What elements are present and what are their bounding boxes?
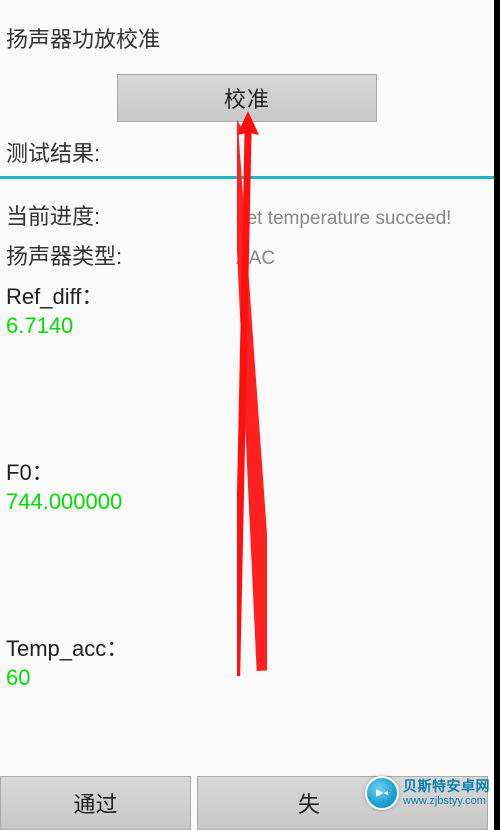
progress-value: get temperature succeed! bbox=[236, 208, 451, 230]
f0-value: 744.000000 bbox=[6, 489, 488, 515]
speaker-type-label: 扬声器类型: bbox=[6, 239, 236, 271]
progress-label: 当前进度: bbox=[6, 199, 236, 231]
ref-diff-label: Ref_diff： bbox=[6, 279, 488, 311]
speaker-type-value: AAC bbox=[236, 248, 275, 270]
page-title: 扬声器功放校准 bbox=[0, 0, 494, 64]
f0-label: F0： bbox=[6, 455, 488, 487]
speaker-type-row: 扬声器类型: AAC bbox=[0, 235, 494, 275]
footer-bar: 通过 失 bbox=[0, 776, 488, 830]
test-result-label: 测试结果: bbox=[0, 134, 494, 174]
pass-button[interactable]: 通过 bbox=[0, 776, 191, 830]
temp-acc-value: 60 bbox=[6, 665, 488, 691]
calibrate-button[interactable]: 校准 bbox=[117, 74, 377, 122]
f0-block: F0： 744.000000 bbox=[0, 451, 494, 515]
temp-acc-label: Temp_acc： bbox=[6, 631, 488, 663]
ref-diff-block: Ref_diff： 6.7140 bbox=[0, 275, 494, 339]
temp-acc-block: Temp_acc： 60 bbox=[0, 627, 494, 691]
progress-row: 当前进度: get temperature succeed! bbox=[0, 195, 494, 235]
fail-button[interactable]: 失 bbox=[197, 776, 488, 830]
ref-diff-value: 6.7140 bbox=[6, 313, 488, 339]
